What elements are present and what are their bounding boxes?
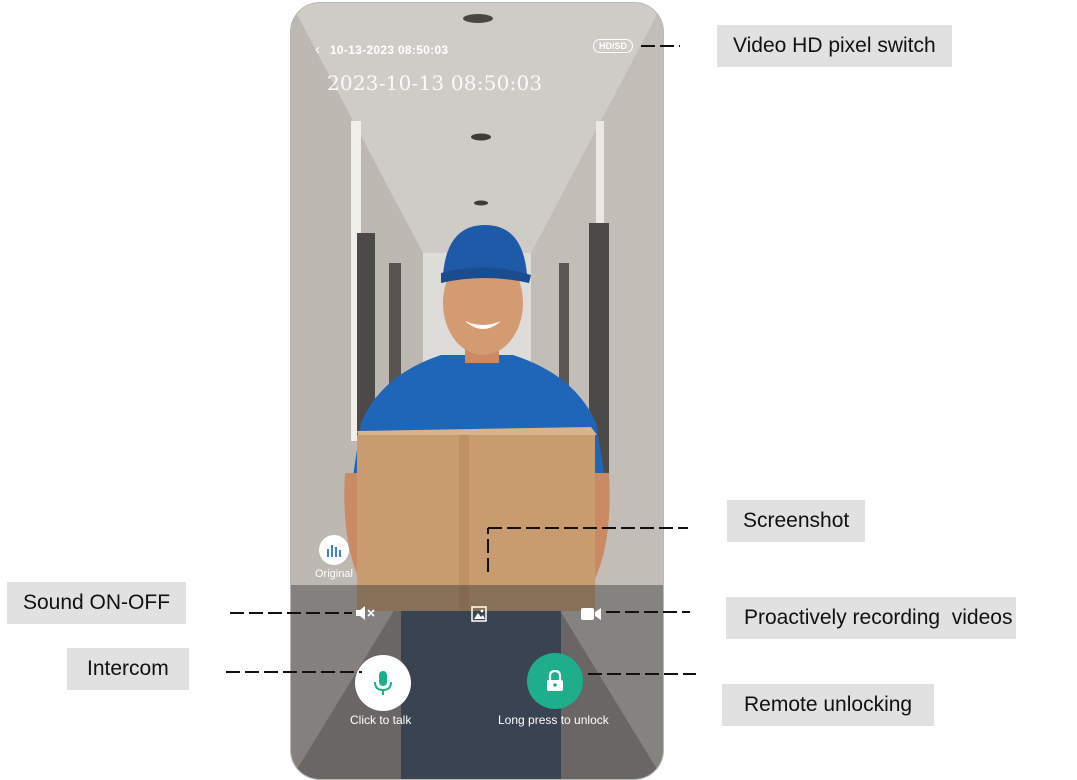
callout-recording: Proactively recording videos	[726, 597, 1017, 639]
callout-sound: Sound ON-OFF	[7, 582, 187, 624]
callout-intercom: Intercom	[67, 648, 189, 690]
callout-screenshot: Screenshot	[727, 500, 866, 542]
callout-unlock: Remote unlocking	[722, 684, 935, 726]
callout-hd-switch: Video HD pixel switch	[717, 25, 952, 67]
